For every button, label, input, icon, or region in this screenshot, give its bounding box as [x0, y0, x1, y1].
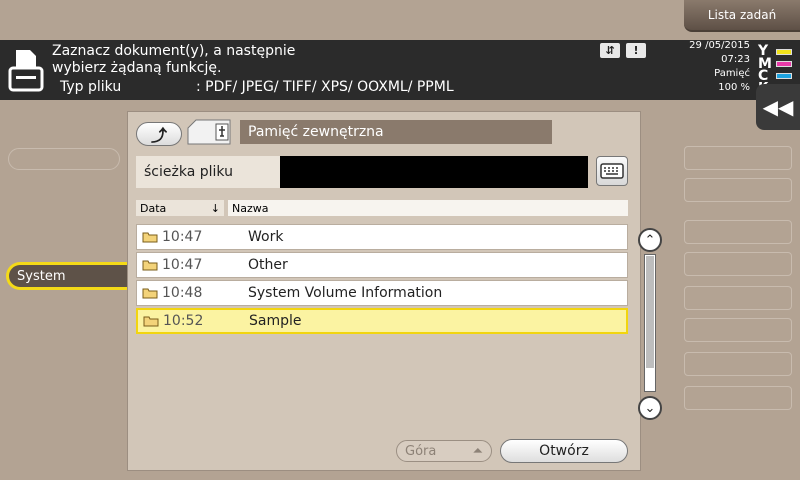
go-to-top-button[interactable]: Góra ⏶: [396, 440, 492, 462]
file-time: 10:52: [163, 313, 204, 329]
double-chevron-left-icon: ◀◀: [762, 95, 794, 119]
instruction-line-1: Zaznacz dokument(y), a następnie: [52, 43, 296, 59]
inactive-side-button: [684, 286, 792, 310]
keyboard-button[interactable]: [596, 156, 628, 186]
warning-icon: !: [626, 43, 646, 58]
header-bar: Zaznacz dokument(y), a następnie wybierz…: [0, 40, 800, 100]
toner-bar-y: [776, 49, 792, 55]
inactive-side-button: [684, 352, 792, 376]
file-browser-panel: ⤴ Pamięć zewnętrzna ścieżka pliku Data ↓…: [128, 112, 662, 470]
go-to-top-label: Góra: [405, 443, 437, 459]
instruction-line-2: wybierz żądaną funkcję.: [52, 60, 222, 76]
column-header-date[interactable]: Data ↓: [136, 200, 224, 216]
inactive-side-button: [684, 318, 792, 342]
file-name: Sample: [249, 313, 302, 329]
usb-status-icon: ⇵: [600, 43, 620, 58]
scrollbar-thumb[interactable]: [646, 256, 654, 368]
open-button[interactable]: Otwórz: [500, 439, 628, 463]
inactive-sidebar-item: [8, 148, 120, 170]
folder-up-icon: ⤴: [150, 126, 167, 145]
file-row-other[interactable]: 10:47 Other: [136, 252, 628, 278]
job-list-tab[interactable]: Lista zadań: [684, 0, 800, 32]
column-date-label: Data: [140, 201, 167, 215]
sort-down-icon: ↓: [210, 201, 220, 215]
file-name: System Volume Information: [248, 285, 443, 301]
file-time: 10:48: [162, 285, 203, 301]
collapse-panel-button[interactable]: ◀◀: [756, 84, 800, 130]
chevron-up-icon: ⌃: [644, 232, 656, 248]
file-row-work[interactable]: 10:47 Work: [136, 224, 628, 250]
chevron-down-icon: ⌄: [644, 400, 656, 416]
scroll-down-button[interactable]: ⌄: [638, 396, 662, 420]
column-header-name[interactable]: Nazwa: [228, 200, 628, 216]
memory-value: 100 %: [718, 82, 750, 93]
inactive-side-button: [684, 146, 792, 170]
file-time: 10:47: [162, 257, 203, 273]
usb-device-icon: [187, 119, 231, 145]
file-list: 10:47 Work 10:47 Other 10:48 System Volu…: [136, 224, 628, 336]
keyboard-icon: [600, 163, 624, 179]
sidebar-item-label: System: [17, 268, 66, 284]
file-name: Other: [248, 257, 288, 273]
folder-icon: [142, 260, 158, 271]
file-row-system-volume-information[interactable]: 10:48 System Volume Information: [136, 280, 628, 306]
toner-bar-m: [776, 61, 792, 67]
file-type-label: Typ pliku: [60, 79, 122, 95]
inactive-side-button: [684, 178, 792, 202]
inactive-side-button: [684, 220, 792, 244]
memory-label: Pamięć: [714, 68, 750, 79]
folder-icon: [142, 288, 158, 299]
file-type-value: : PDF/ JPEG/ TIFF/ XPS/ OOXML/ PPML: [196, 79, 454, 95]
inactive-side-button: [684, 386, 792, 410]
file-time: 10:47: [162, 229, 203, 245]
file-name: Work: [248, 229, 284, 245]
folder-icon: [142, 232, 158, 243]
time-display: 07:23: [721, 54, 750, 65]
open-button-label: Otwórz: [539, 443, 589, 459]
folder-icon: [143, 316, 159, 327]
file-row-sample[interactable]: 10:52 Sample: [136, 308, 628, 334]
location-title: Pamięć zewnętrzna: [240, 120, 552, 144]
document-icon: [8, 50, 44, 92]
folder-up-button[interactable]: ⤴: [136, 122, 182, 146]
inactive-side-button: [684, 252, 792, 276]
toner-bar-c: [776, 73, 792, 79]
column-name-label: Nazwa: [232, 201, 269, 215]
file-path-field[interactable]: [280, 156, 588, 188]
date-display: 29 /05/2015: [689, 40, 750, 51]
file-path-label: ścieżka pliku: [136, 156, 280, 188]
sidebar-item-system[interactable]: System: [6, 262, 130, 290]
double-up-icon: ⏶: [472, 443, 483, 459]
scroll-up-button[interactable]: ⌃: [638, 228, 662, 252]
